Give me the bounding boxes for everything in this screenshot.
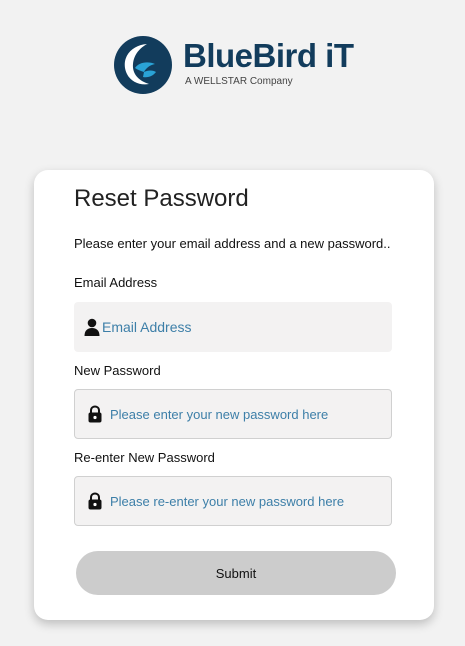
bluebird-logo: BlueBird iT A WELLSTAR Company [113, 35, 358, 97]
reset-password-card: Reset Password Please enter your email a… [34, 170, 434, 620]
confirm-password-label: Re-enter New Password [74, 450, 215, 465]
submit-button[interactable]: Submit [76, 551, 396, 595]
new-password-input[interactable] [110, 390, 385, 438]
page-title: Reset Password [74, 185, 249, 212]
brand-name: BlueBird iT [183, 37, 354, 74]
confirm-password-field-container [74, 476, 392, 526]
instructions-text: Please enter your email address and a ne… [74, 236, 391, 251]
lock-icon [88, 405, 102, 423]
new-password-label: New Password [74, 363, 161, 378]
email-label: Email Address [74, 275, 158, 290]
user-icon [84, 318, 100, 336]
bluebird-logo-mark [114, 36, 172, 94]
new-password-field-container [74, 389, 392, 439]
brand-tagline: A WELLSTAR Company [185, 76, 293, 87]
email-field-container [74, 302, 392, 352]
email-input[interactable] [102, 302, 386, 352]
confirm-password-input[interactable] [110, 477, 385, 525]
lock-icon [88, 492, 102, 510]
